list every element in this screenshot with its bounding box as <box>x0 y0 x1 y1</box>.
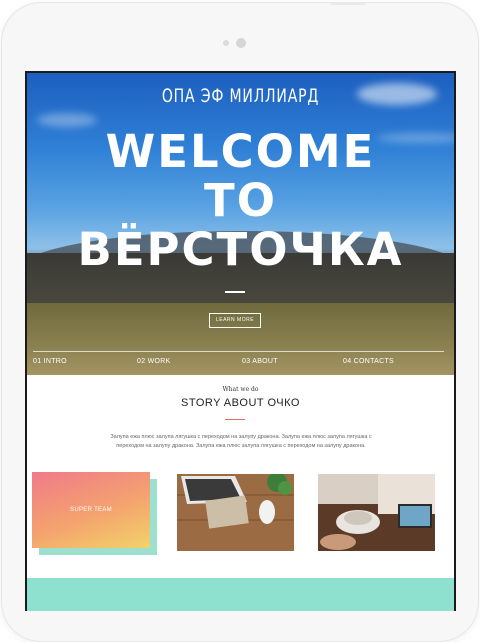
hero-headline-line1: WELCOME <box>105 125 376 178</box>
laptop-desk-image <box>177 474 294 551</box>
nav-item-contacts[interactable]: 04 CONTACTS <box>343 358 394 365</box>
nav-item-about[interactable]: 03 ABOUT <box>242 358 278 365</box>
coffee-image <box>318 474 435 551</box>
hero-section: ОПА ЭФ МИЛЛИАРД WELCOME TO ВЁРСТОЧКА LEA… <box>27 73 454 375</box>
section-divider <box>225 419 245 420</box>
nav-item-work[interactable]: 02 WORK <box>137 358 171 365</box>
tablet-screen: ОПА ЭФ МИЛЛИАРД WELCOME TO ВЁРСТОЧКА LEA… <box>25 71 456 611</box>
camera-lens <box>236 38 246 48</box>
power-button <box>331 2 365 5</box>
hero-divider <box>225 291 245 293</box>
super-team-label: SUPER TEAM <box>70 507 112 513</box>
teal-section-band <box>27 578 454 611</box>
nav-divider <box>33 351 444 352</box>
section-title: STORY ABOUT ОЧКО <box>181 397 300 409</box>
laptop-desk-photo[interactable] <box>177 474 294 551</box>
web-page: ОПА ЭФ МИЛЛИАРД WELCOME TO ВЁРСТОЧКА LEA… <box>27 73 454 611</box>
nav-item-intro[interactable]: 01 INTRO <box>33 358 67 365</box>
sensor-dot <box>223 40 229 46</box>
section-kicker: What we do <box>222 386 259 393</box>
section-description: Залупа ежа плюс залупа лягушка с переход… <box>110 434 372 449</box>
site-logo[interactable]: ОПА ЭФ МИЛЛИАРД <box>65 85 415 107</box>
hero-headline-line3: ВЁРСТОЧКА <box>77 223 404 276</box>
coffee-photo[interactable] <box>318 474 435 551</box>
hero-headline-line2: TO <box>204 174 277 227</box>
learn-more-button[interactable]: LEARN MORE <box>209 313 261 328</box>
